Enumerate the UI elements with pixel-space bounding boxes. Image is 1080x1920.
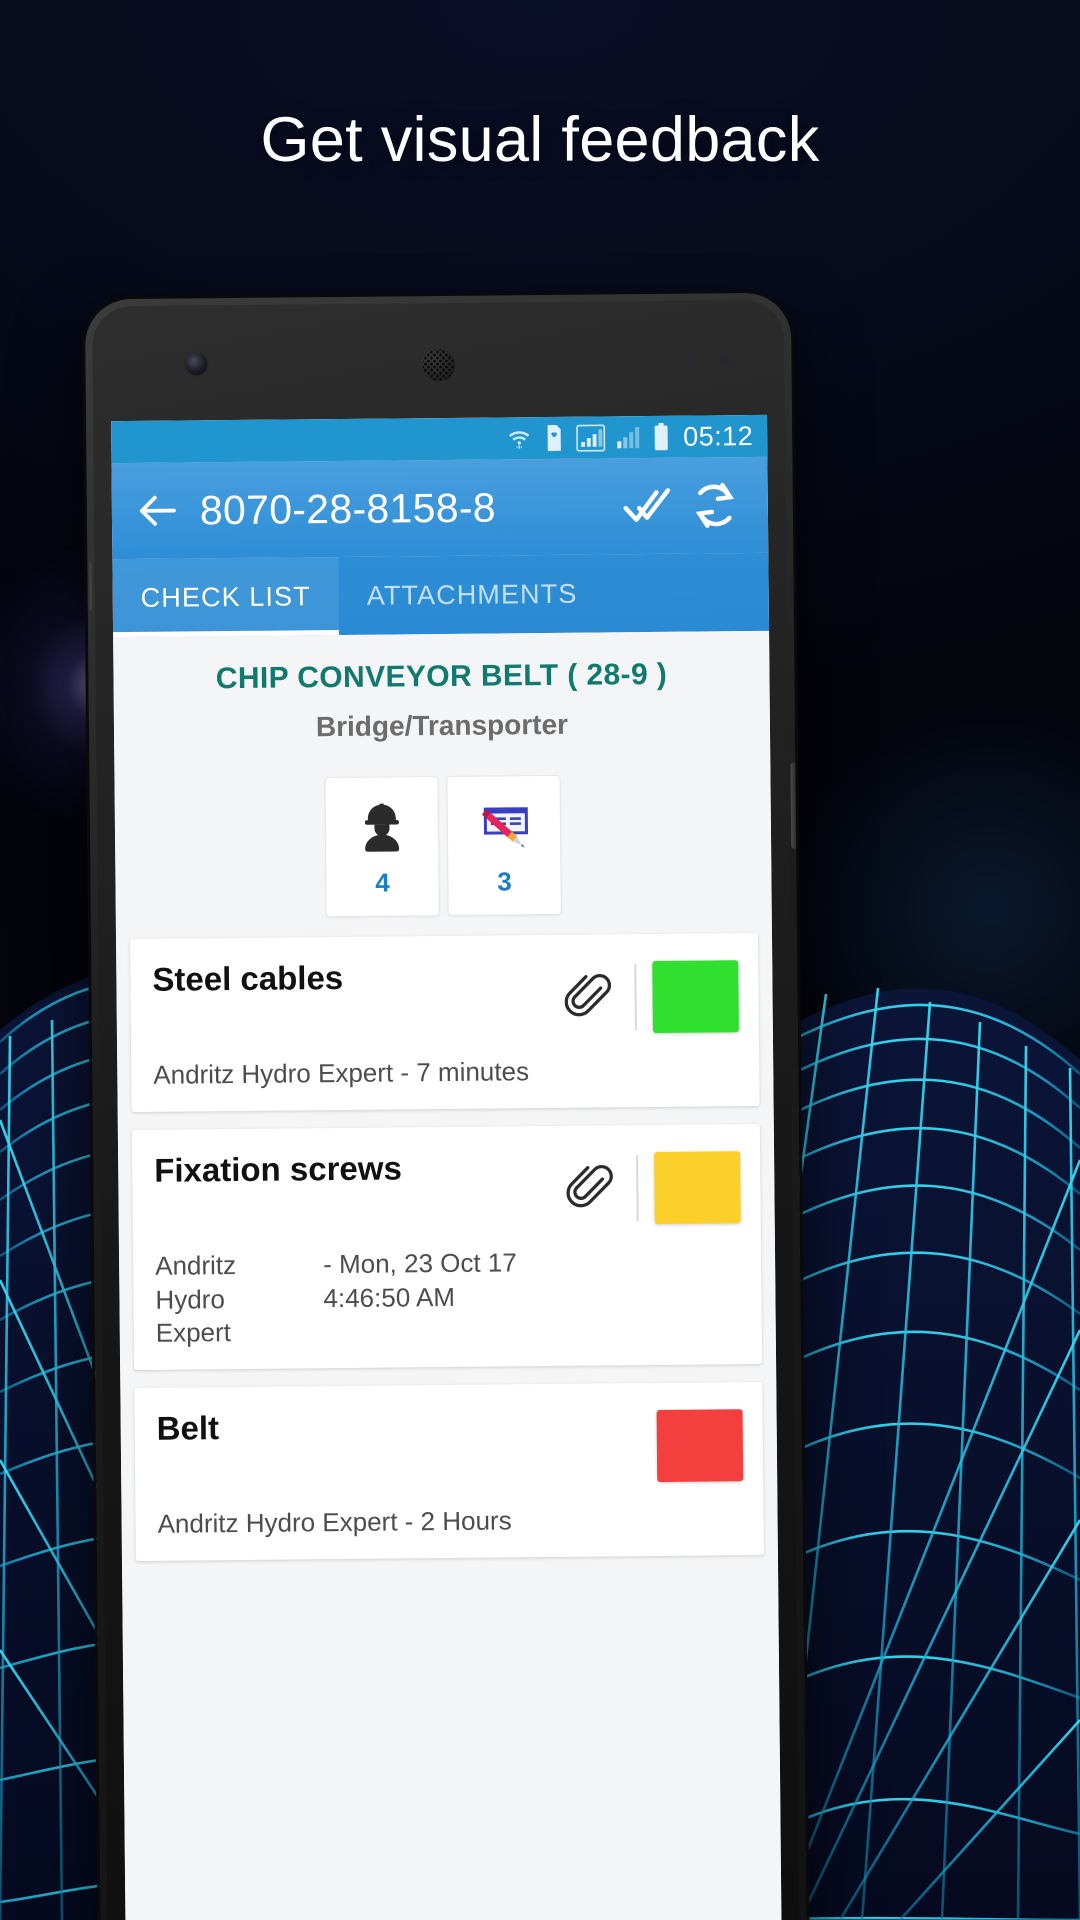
back-arrow-icon[interactable] [134,487,182,535]
item-header-row: Steel cables [152,955,739,1043]
page-title: 8070-28-8158-8 [199,483,497,533]
signal-bars-secondary-icon [616,425,642,449]
item-title: Belt [156,1409,220,1447]
paperclip-icon[interactable] [566,1164,616,1214]
tab-check-list[interactable]: CHECK LIST [112,557,340,638]
item-meta-when: - Mon, 23 Oct 17 4:46:50 AM [322,1247,517,1313]
status-bar-clock: 05:12 [682,420,754,452]
item-meta-who: Andritz Hydro Expert [154,1250,237,1348]
stat-card-workers[interactable]: 4 [324,776,440,918]
tab-attachments[interactable]: ATTACHMENTS [338,554,605,635]
checklist-item-belt[interactable]: Belt Andritz Hydro Expert - 2 Hours [134,1382,764,1562]
sd-card-icon [543,424,565,451]
phone-top-bezel [85,293,792,422]
promo-stage: Get visual feedback 05:12 8070-28-8158-8… [0,0,1080,1920]
stat-card-signatures[interactable]: 3 [446,774,562,916]
item-divider [636,1155,639,1222]
item-title: Fixation screws [154,1149,402,1190]
checklist-content: CHIP CONVEYOR BELT ( 28-9 ) Bridge/Trans… [113,630,783,1920]
checklist-item-steel-cables[interactable]: Steel cables Andritz Hydro Expert - 7 mi… [129,932,760,1113]
status-swatch-green[interactable] [652,960,739,1034]
battery-icon [653,422,669,451]
app-toolbar: 8070-28-8158-8 [111,456,769,560]
double-check-icon[interactable] [620,479,675,534]
item-divider [634,964,637,1031]
stat-value-workers: 4 [375,867,390,898]
status-swatch-yellow[interactable] [654,1151,741,1225]
item-header-row: Fixation screws [154,1146,741,1234]
stat-value-signatures: 3 [497,865,512,896]
stat-card-row: 4 3 [114,773,771,919]
status-swatch-red[interactable] [656,1409,744,1483]
item-meta: Andritz Hydro Expert - Mon, 23 Oct 17 4:… [155,1244,742,1349]
tab-attachments-label: ATTACHMENTS [366,578,578,611]
phone-screen: 05:12 8070-28-8158-8 CHECK LIST ATTACHME… [111,414,783,1920]
promo-headline: Get visual feedback [260,105,820,175]
proximity-sensor-icon [684,353,698,367]
worker-helmet-icon [354,795,411,860]
front-camera-icon [185,353,208,376]
item-header-row: Belt [157,1404,744,1492]
tab-check-list-label: CHECK LIST [140,580,311,613]
signal-bars-icon [575,423,606,452]
item-title: Steel cables [152,958,344,998]
asset-subtitle: Bridge/Transporter [315,708,569,743]
earpiece-speaker-icon [419,345,458,385]
sync-refresh-icon[interactable] [688,478,743,533]
signature-form-icon [473,794,536,859]
paperclip-icon[interactable] [564,972,614,1022]
checklist-item-fixation-screws[interactable]: Fixation screws Andritz Hydro Expert - M… [131,1124,763,1371]
checklist-list: Steel cables Andritz Hydro Expert - 7 mi… [116,932,778,1562]
light-sensor-icon [720,356,730,366]
asset-title: CHIP CONVEYOR BELT ( 28-9 ) [215,657,668,696]
phone-device-frame: 05:12 8070-28-8158-8 CHECK LIST ATTACHME… [84,292,808,1920]
tab-bar: CHECK LIST ATTACHMENTS [112,552,770,638]
item-meta: Andritz Hydro Expert - 2 Hours [157,1505,512,1539]
wifi-icon [506,425,532,451]
item-meta: Andritz Hydro Expert - 7 minutes [153,1056,530,1090]
status-bar: 05:12 [111,414,768,464]
